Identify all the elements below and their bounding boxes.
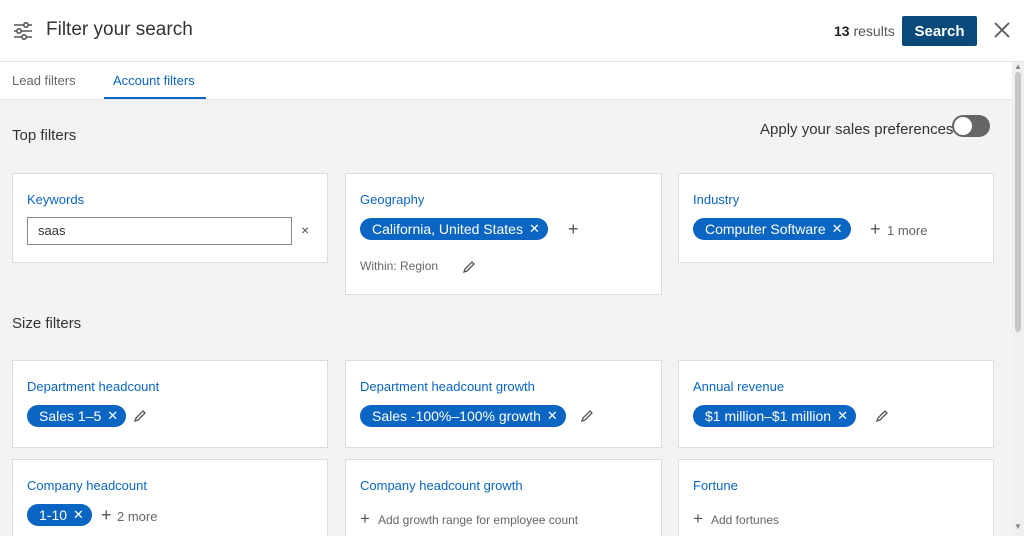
company-headcount-pill-label: 1-10 xyxy=(39,507,68,523)
scrollbar[interactable]: ▲ ▼ xyxy=(1012,62,1024,536)
department-headcount-pill-label: Sales 1–5 xyxy=(39,408,102,424)
fortune-card: Fortune + Add fortunes xyxy=(678,459,994,536)
annual-revenue-pill-label: $1 million–$1 million xyxy=(705,408,832,424)
keywords-card: Keywords saas × xyxy=(12,173,328,263)
department-headcount-growth-pill-label: Sales -100%–100% growth xyxy=(372,408,541,424)
sales-preferences-toggle[interactable] xyxy=(952,115,990,137)
geography-label: Geography xyxy=(360,192,425,207)
annual-revenue-label: Annual revenue xyxy=(693,379,785,394)
toggle-knob xyxy=(954,117,972,135)
pencil-icon[interactable] xyxy=(580,409,594,423)
industry-label: Industry xyxy=(693,192,740,207)
close-icon[interactable] xyxy=(992,20,1012,40)
department-headcount-pill[interactable]: Sales 1–5 ✕ xyxy=(27,405,127,427)
scrollbar-thumb[interactable] xyxy=(1015,72,1021,332)
industry-card: Industry Computer Software ✕ + 1 more xyxy=(678,173,994,263)
filter-panel: Top filters Apply your sales preferences… xyxy=(0,100,1024,536)
results-label: results xyxy=(853,23,895,39)
size-filters-title: Size filters xyxy=(12,315,82,332)
sliders-icon xyxy=(14,21,32,41)
annual-revenue-pill[interactable]: $1 million–$1 million ✕ xyxy=(693,405,856,427)
industry-more[interactable]: 1 more xyxy=(887,223,927,238)
within-region-label: Within: Region xyxy=(360,259,439,273)
scroll-down-icon[interactable]: ▼ xyxy=(1014,522,1022,531)
tab-lead-filters[interactable]: Lead filters xyxy=(12,73,76,88)
remove-icon[interactable]: ✕ xyxy=(73,507,84,523)
add-growth-range-icon[interactable]: + xyxy=(360,510,370,528)
company-headcount-card: Company headcount 1-10 ✕ + 2 more xyxy=(12,459,328,536)
remove-icon[interactable]: ✕ xyxy=(832,221,843,237)
top-filters-title: Top filters xyxy=(12,127,77,144)
company-headcount-more[interactable]: 2 more xyxy=(117,509,157,524)
filter-tabs: Lead filters Account filters xyxy=(0,62,1024,100)
keywords-input[interactable]: saas xyxy=(27,217,292,245)
company-headcount-label: Company headcount xyxy=(27,478,147,493)
department-headcount-growth-pill[interactable]: Sales -100%–100% growth ✕ xyxy=(360,405,566,427)
department-headcount-label: Department headcount xyxy=(27,379,160,394)
search-button[interactable]: Search xyxy=(902,16,977,46)
add-fortune-icon[interactable]: + xyxy=(693,510,703,528)
annual-revenue-card: Annual revenue $1 million–$1 million ✕ xyxy=(678,360,994,448)
add-company-headcount-icon[interactable]: + xyxy=(101,506,112,524)
pencil-icon[interactable] xyxy=(462,260,476,274)
active-tab-indicator xyxy=(104,97,206,99)
remove-icon[interactable]: ✕ xyxy=(837,408,848,424)
company-headcount-growth-card: Company headcount growth + Add growth ra… xyxy=(345,459,662,536)
geography-card: Geography California, United States ✕ + W… xyxy=(345,173,662,295)
page-title: Filter your search xyxy=(46,19,193,40)
keywords-label: Keywords xyxy=(27,192,85,207)
geography-pill[interactable]: California, United States ✕ xyxy=(360,218,548,240)
add-geography-icon[interactable]: + xyxy=(568,220,579,238)
fortune-label: Fortune xyxy=(693,478,738,493)
tab-account-filters[interactable]: Account filters xyxy=(113,73,195,88)
geography-pill-label: California, United States xyxy=(372,221,523,237)
remove-icon[interactable]: ✕ xyxy=(547,408,558,424)
add-growth-range-link[interactable]: Add growth range for employee count xyxy=(378,513,578,527)
company-headcount-growth-label: Company headcount growth xyxy=(360,478,523,493)
department-headcount-card: Department headcount Sales 1–5 ✕ xyxy=(12,360,328,448)
sales-preferences-label: Apply your sales preferences xyxy=(760,121,954,138)
industry-pill[interactable]: Computer Software ✕ xyxy=(693,218,851,240)
pencil-icon[interactable] xyxy=(875,409,889,423)
header: Filter your search 13 results Search xyxy=(0,0,1024,62)
add-fortunes-link[interactable]: Add fortunes xyxy=(711,513,779,527)
scroll-up-icon[interactable]: ▲ xyxy=(1014,62,1022,71)
results-count: 13 results xyxy=(834,23,895,39)
company-headcount-pill[interactable]: 1-10 ✕ xyxy=(27,504,92,526)
department-headcount-growth-label: Department headcount growth xyxy=(360,379,535,394)
results-number: 13 xyxy=(834,23,850,39)
add-industry-icon[interactable]: + xyxy=(870,220,881,238)
remove-icon[interactable]: ✕ xyxy=(529,221,540,237)
industry-pill-label: Computer Software xyxy=(705,221,826,237)
remove-icon[interactable]: ✕ xyxy=(107,408,118,424)
pencil-icon[interactable] xyxy=(133,409,147,423)
department-headcount-growth-card: Department headcount growth Sales -100%–… xyxy=(345,360,662,448)
keywords-clear-button[interactable]: × xyxy=(301,222,309,238)
